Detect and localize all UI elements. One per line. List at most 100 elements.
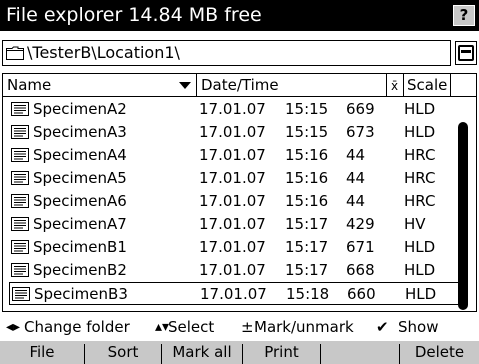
file-mean-value: 671 (346, 238, 375, 256)
file-scale: HLD (404, 238, 436, 256)
file-name: SpecimenA2 (33, 100, 127, 118)
file-time: 15:16 (285, 146, 329, 164)
file-row[interactable]: SpecimenA7 17.01.07 15:17 429 HV (9, 213, 459, 236)
file-date: 17.01.07 (199, 238, 266, 256)
print-softkey[interactable]: Print (243, 341, 320, 364)
file-mean-value: 44 (346, 192, 366, 210)
document-icon (11, 194, 29, 208)
title-bar: File explorer 14.84 MB free ? (0, 0, 479, 31)
mark-all-softkey[interactable]: Mark all (162, 341, 242, 364)
column-divider (386, 74, 387, 96)
file-row[interactable]: SpecimenB1 17.01.07 15:17 671 HLD (9, 236, 459, 259)
window-icon-bar (461, 50, 471, 53)
document-icon (11, 102, 29, 116)
file-scale: HRC (404, 169, 436, 187)
column-divider (196, 74, 197, 96)
file-date: 17.01.07 (199, 261, 266, 279)
window-icon (458, 45, 474, 61)
document-icon (11, 240, 29, 254)
up-down-arrows-icon: ▴▾ (155, 319, 170, 335)
file-date: 17.01.07 (200, 285, 267, 303)
file-scale: HLD (404, 100, 436, 118)
file-date: 17.01.07 (199, 169, 266, 187)
file-date: 17.01.07 (199, 192, 266, 210)
help-button[interactable]: ? (453, 5, 475, 26)
sort-down-icon (179, 82, 191, 89)
file-row[interactable]: SpecimenA2 17.01.07 15:15 669 HLD (9, 98, 459, 121)
file-mean-value: 660 (347, 285, 376, 303)
softkey-bar: File Sort Mark all Print Delete (0, 341, 479, 364)
file-mean-value: 44 (346, 146, 366, 164)
path-text: \TesterB\Location1\ (27, 43, 180, 62)
file-date: 17.01.07 (199, 215, 266, 233)
column-header-mean[interactable]: x̄ (391, 75, 398, 97)
file-mean-value: 668 (346, 261, 375, 279)
plus-minus-icon: ± (241, 318, 254, 336)
file-time: 15:16 (285, 169, 329, 187)
column-header-scale[interactable]: Scale (407, 74, 447, 96)
window-title: File explorer 14.84 MB free (6, 4, 262, 26)
file-time: 15:15 (285, 123, 329, 141)
file-time: 15:17 (285, 215, 329, 233)
file-table: Name Date/Time x̄ Scale SpecimenA2 17.01.… (2, 73, 477, 312)
file-row[interactable]: SpecimenB3 17.01.07 15:18 660 HLD (9, 282, 459, 305)
file-scale: HLD (405, 285, 437, 303)
checkmark-icon: ✔ (376, 318, 389, 336)
file-name: SpecimenB3 (34, 285, 128, 303)
empty-softkey[interactable] (321, 341, 399, 364)
file-mean-value: 44 (346, 169, 366, 187)
file-mean-value: 673 (346, 123, 375, 141)
file-time: 15:17 (285, 261, 329, 279)
file-time: 15:18 (286, 285, 330, 303)
hint-bar: ◂▸ Change folder ▴▾ Select ± Mark/unmark… (0, 315, 479, 339)
file-name: SpecimenA3 (33, 123, 127, 141)
file-mean-value: 669 (346, 100, 375, 118)
file-name: SpecimenA5 (33, 169, 127, 187)
left-right-arrows-icon: ◂▸ (6, 319, 21, 335)
path-field[interactable]: \TesterB\Location1\ (2, 40, 451, 66)
file-time: 15:17 (285, 238, 329, 256)
file-time: 15:15 (285, 100, 329, 118)
file-scale: HRC (404, 192, 436, 210)
file-row[interactable]: SpecimenA6 17.01.07 15:16 44 HRC (9, 190, 459, 213)
document-icon (11, 148, 29, 162)
path-bar: \TesterB\Location1\ (2, 40, 477, 66)
file-row[interactable]: SpecimenA5 17.01.07 15:16 44 HRC (9, 167, 459, 190)
file-name: SpecimenA6 (33, 192, 127, 210)
sort-softkey[interactable]: Sort (85, 341, 161, 364)
file-date: 17.01.07 (199, 123, 266, 141)
scrollbar[interactable] (458, 122, 468, 310)
file-name: SpecimenA4 (33, 146, 127, 164)
delete-softkey[interactable]: Delete (400, 341, 479, 364)
hint-mark-unmark: Mark/unmark (254, 318, 354, 336)
file-row[interactable]: SpecimenA4 17.01.07 15:16 44 HRC (9, 144, 459, 167)
file-name: SpecimenB1 (33, 238, 127, 256)
path-menu-button[interactable] (455, 41, 477, 65)
file-scale: HV (404, 215, 426, 233)
file-time: 15:16 (285, 192, 329, 210)
hint-change-folder: Change folder (24, 318, 130, 336)
document-icon (11, 125, 29, 139)
file-softkey[interactable]: File (0, 341, 84, 364)
file-row[interactable]: SpecimenB2 17.01.07 15:17 668 HLD (9, 259, 459, 282)
file-mean-value: 429 (346, 215, 375, 233)
hint-select: Select (168, 318, 215, 336)
folder-icon (6, 46, 24, 60)
file-name: SpecimenA7 (33, 215, 127, 233)
file-date: 17.01.07 (199, 146, 266, 164)
document-icon (11, 263, 29, 277)
document-icon (12, 287, 30, 301)
column-divider (403, 74, 404, 96)
document-icon (11, 217, 29, 231)
file-scale: HLD (404, 261, 436, 279)
file-scale: HRC (404, 146, 436, 164)
column-header-datetime[interactable]: Date/Time (201, 74, 279, 96)
hint-show: Show (398, 318, 439, 336)
document-icon (11, 171, 29, 185)
column-divider (450, 74, 451, 96)
file-name: SpecimenB2 (33, 261, 127, 279)
file-scale: HLD (404, 123, 436, 141)
file-date: 17.01.07 (199, 100, 266, 118)
column-header-name[interactable]: Name (7, 74, 51, 96)
file-row[interactable]: SpecimenA3 17.01.07 15:15 673 HLD (9, 121, 459, 144)
